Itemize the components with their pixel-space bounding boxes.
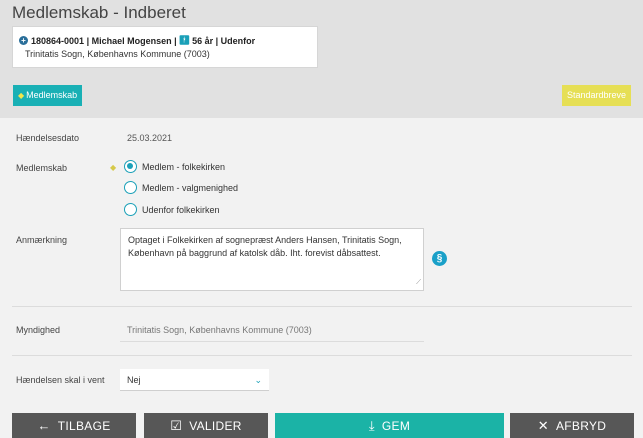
person-parish: Trinitatis Sogn, Københavns Kommune (700… <box>25 49 210 59</box>
person-status: Udenfor <box>220 35 256 46</box>
header-area: Medlemskab - Indberet + 180864-0001 | Mi… <box>0 0 643 118</box>
pending-select[interactable]: Nej ⌄ <box>120 369 269 391</box>
radio-medlem-folkekirken[interactable]: Medlem - folkekirken <box>124 160 225 173</box>
date-value[interactable]: 25.03.2021 <box>127 133 172 143</box>
checkbox-icon: ☑ <box>170 417 183 433</box>
standardbreve-button[interactable]: Standardbreve <box>561 85 631 106</box>
person-card: + 180864-0001 | Michael Mogensen | 🚹︎ 56… <box>12 26 318 68</box>
divider <box>12 355 632 356</box>
person-icon: 🚹︎ <box>178 35 191 45</box>
download-icon: ⤓ <box>368 417 375 433</box>
membership-label: Medlemskab <box>16 163 68 173</box>
required-marker-icon: ◆ <box>110 163 117 172</box>
radio-udenfor-folkekirken[interactable]: Udenfor folkekirken <box>124 203 220 216</box>
chevron-down-icon: ⌄ <box>254 375 262 385</box>
medlemskab-button[interactable]: ◆ Medlemskab <box>13 85 83 106</box>
expand-plus-icon[interactable]: + <box>19 36 28 45</box>
authority-label: Myndighed <box>16 325 61 335</box>
person-age: 56 år <box>192 35 214 46</box>
authority-value: Trinitatis Sogn, Københavns Kommune (700… <box>127 325 312 335</box>
authority-underline <box>120 341 424 342</box>
date-label: Hændelsesdato <box>16 133 80 143</box>
person-name: Michael Mogensen <box>91 35 172 46</box>
radio-unchecked-icon[interactable] <box>124 203 137 216</box>
page-title: Medlemskab - Indberet <box>12 3 186 22</box>
pending-label: Hændelsen skal i vent <box>16 375 105 385</box>
back-button[interactable]: ← TILBAGE <box>12 413 136 438</box>
person-id: 180864-0001 <box>31 35 85 46</box>
save-button[interactable]: ⤓ GEM <box>275 413 504 438</box>
radio-checked-icon[interactable] <box>124 160 137 173</box>
resize-grip-icon[interactable]: ⟋ <box>416 276 421 289</box>
note-label: Anmærkning <box>16 235 68 245</box>
note-textarea[interactable]: Optaget i Folkekirken af sognepræst Ande… <box>120 228 424 291</box>
validate-button[interactable]: ☑ VALIDER <box>144 413 268 438</box>
paragraph-icon[interactable]: § <box>432 251 447 266</box>
radio-unchecked-icon[interactable] <box>124 181 137 194</box>
divider <box>12 306 632 307</box>
radio-medlem-valgmenighed[interactable]: Medlem - valgmenighed <box>124 181 238 194</box>
arrow-left-icon: ← <box>37 418 51 433</box>
close-icon: ✕ <box>537 417 549 433</box>
cancel-button[interactable]: ✕ AFBRYD <box>510 413 634 438</box>
required-dot-icon: ◆ <box>18 91 25 100</box>
